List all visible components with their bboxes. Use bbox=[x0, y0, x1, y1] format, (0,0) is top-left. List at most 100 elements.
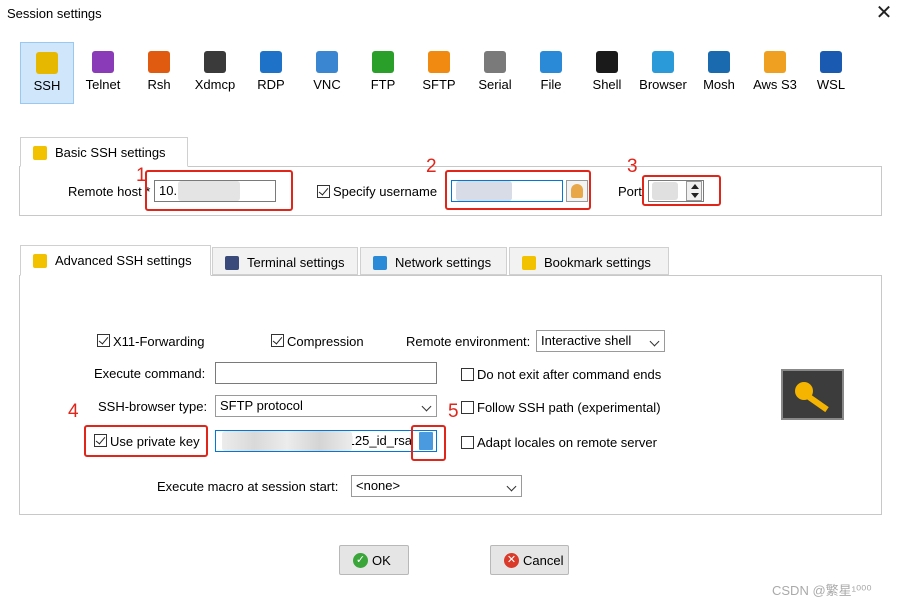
specify-username-checkbox[interactable] bbox=[317, 185, 330, 198]
adapt-locales-checkbox[interactable] bbox=[461, 436, 474, 449]
redacted-region bbox=[222, 431, 352, 451]
protocol-label: Xdmcp bbox=[194, 77, 236, 92]
x11-forwarding-checkbox[interactable] bbox=[97, 334, 110, 347]
tab-advanced-ssh-settings[interactable]: Advanced SSH settings bbox=[20, 245, 211, 276]
telnet-icon bbox=[92, 51, 114, 73]
check-icon: ✓ bbox=[353, 553, 368, 568]
tab-label: Basic SSH settings bbox=[55, 145, 166, 160]
protocol-label: SFTP bbox=[422, 77, 456, 92]
compression-label: Compression bbox=[287, 334, 364, 349]
shell-icon bbox=[596, 51, 618, 73]
annotation-box-4 bbox=[84, 425, 208, 457]
remote-environment-label: Remote environment: bbox=[406, 334, 531, 349]
tab-basic-ssh-settings[interactable]: Basic SSH settings bbox=[20, 137, 188, 167]
ssh-icon bbox=[36, 52, 58, 74]
protocol-label: Serial bbox=[478, 77, 512, 92]
vnc-icon bbox=[316, 51, 338, 73]
mosh-icon bbox=[708, 51, 730, 73]
cancel-button[interactable]: ✕ Cancel bbox=[490, 545, 569, 575]
execute-macro-label: Execute macro at session start: bbox=[157, 479, 339, 494]
tab-label: Advanced SSH settings bbox=[55, 253, 192, 268]
protocol-label: FTP bbox=[370, 77, 396, 92]
protocol-label: Rsh bbox=[147, 77, 171, 92]
execute-command-input[interactable] bbox=[215, 362, 437, 384]
watermark: CSDN @繁星¹⁰⁰⁰ bbox=[772, 583, 872, 598]
follow-ssh-path-checkbox[interactable] bbox=[461, 401, 474, 414]
protocol-mosh[interactable]: Mosh bbox=[692, 42, 746, 104]
annotation-number-5: 5 bbox=[448, 401, 459, 422]
sftp-icon bbox=[428, 51, 450, 73]
protocol-wsl[interactable]: WSL bbox=[804, 42, 858, 104]
protocol-aws-s3[interactable]: Aws S3 bbox=[748, 42, 802, 104]
protocol-label: VNC bbox=[313, 77, 341, 92]
star-icon bbox=[522, 256, 536, 270]
xdmcp-icon bbox=[204, 51, 226, 73]
port-label: Port bbox=[618, 184, 642, 199]
wrench-icon bbox=[33, 146, 47, 160]
ftp-icon bbox=[372, 51, 394, 73]
protocol-label: Mosh bbox=[703, 77, 735, 92]
protocol-shell[interactable]: Shell bbox=[580, 42, 634, 104]
compression-checkbox[interactable] bbox=[271, 334, 284, 347]
title-bar bbox=[0, 0, 902, 30]
protocol-label: SSH bbox=[33, 78, 61, 93]
aws-s3-icon bbox=[764, 51, 786, 73]
x11-forwarding-label: X11-Forwarding bbox=[113, 334, 205, 349]
wrench-icon bbox=[33, 254, 47, 268]
annotation-box-2 bbox=[445, 170, 591, 210]
annotation-box-3 bbox=[642, 175, 721, 206]
annotation-number-2: 2 bbox=[426, 156, 437, 177]
chevron-down-icon bbox=[506, 481, 517, 492]
tab-label: Network settings bbox=[395, 255, 492, 270]
protocol-label: File bbox=[540, 77, 562, 92]
close-icon[interactable]: ✕ bbox=[870, 2, 898, 26]
chevron-down-icon bbox=[649, 336, 660, 347]
rsh-icon bbox=[148, 51, 170, 73]
tab-label: Terminal settings bbox=[247, 255, 345, 270]
protocol-label: Aws S3 bbox=[753, 77, 797, 92]
no-exit-checkbox[interactable] bbox=[461, 368, 474, 381]
window-title: Session settings bbox=[7, 6, 102, 21]
remote-environment-select[interactable]: Interactive shell bbox=[536, 330, 665, 352]
chevron-down-icon bbox=[421, 401, 432, 412]
tab-terminal-settings[interactable]: Terminal settings bbox=[212, 247, 358, 275]
protocol-label: Shell bbox=[592, 77, 622, 92]
protocol-label: Browser bbox=[639, 77, 687, 92]
protocol-vnc[interactable]: VNC bbox=[300, 42, 354, 104]
annotation-number-4: 4 bbox=[68, 401, 79, 422]
file-icon bbox=[540, 51, 562, 73]
follow-ssh-path-label: Follow SSH path (experimental) bbox=[477, 400, 661, 415]
specify-username-label: Specify username bbox=[333, 184, 438, 199]
protocol-sftp[interactable]: SFTP bbox=[412, 42, 466, 104]
annotation-number-3: 3 bbox=[627, 156, 638, 177]
ssh-browser-type-select[interactable]: SFTP protocol bbox=[215, 395, 437, 417]
tab-network-settings[interactable]: Network settings bbox=[360, 247, 507, 275]
protocol-ssh[interactable]: SSH bbox=[20, 42, 74, 104]
protocol-file[interactable]: File bbox=[524, 42, 578, 104]
protocol-label: WSL bbox=[816, 77, 846, 92]
protocol-rsh[interactable]: Rsh bbox=[132, 42, 186, 104]
protocol-serial[interactable]: Serial bbox=[468, 42, 522, 104]
protocol-label: RDP bbox=[257, 77, 285, 92]
protocol-rdp[interactable]: RDP bbox=[244, 42, 298, 104]
tab-bookmark-settings[interactable]: Bookmark settings bbox=[509, 247, 669, 275]
protocol-browser[interactable]: Browser bbox=[636, 42, 690, 104]
ssh-key-image bbox=[781, 369, 844, 420]
browser-icon bbox=[652, 51, 674, 73]
no-exit-label: Do not exit after command ends bbox=[477, 367, 662, 382]
adapt-locales-label: Adapt locales on remote server bbox=[477, 435, 657, 450]
ssh-browser-type-label: SSH-browser type: bbox=[98, 399, 208, 414]
annotation-box-5 bbox=[411, 425, 446, 461]
execute-command-label: Execute command: bbox=[94, 366, 206, 381]
protocol-label: Telnet bbox=[85, 77, 121, 92]
network-icon bbox=[373, 256, 387, 270]
rdp-icon bbox=[260, 51, 282, 73]
ok-button[interactable]: ✓ OK bbox=[339, 545, 409, 575]
execute-macro-select[interactable]: <none> bbox=[351, 475, 522, 497]
protocol-xdmcp[interactable]: Xdmcp bbox=[188, 42, 242, 104]
annotation-box-1 bbox=[145, 170, 293, 211]
serial-icon bbox=[484, 51, 506, 73]
cancel-icon: ✕ bbox=[504, 553, 519, 568]
protocol-telnet[interactable]: Telnet bbox=[76, 42, 130, 104]
protocol-ftp[interactable]: FTP bbox=[356, 42, 410, 104]
